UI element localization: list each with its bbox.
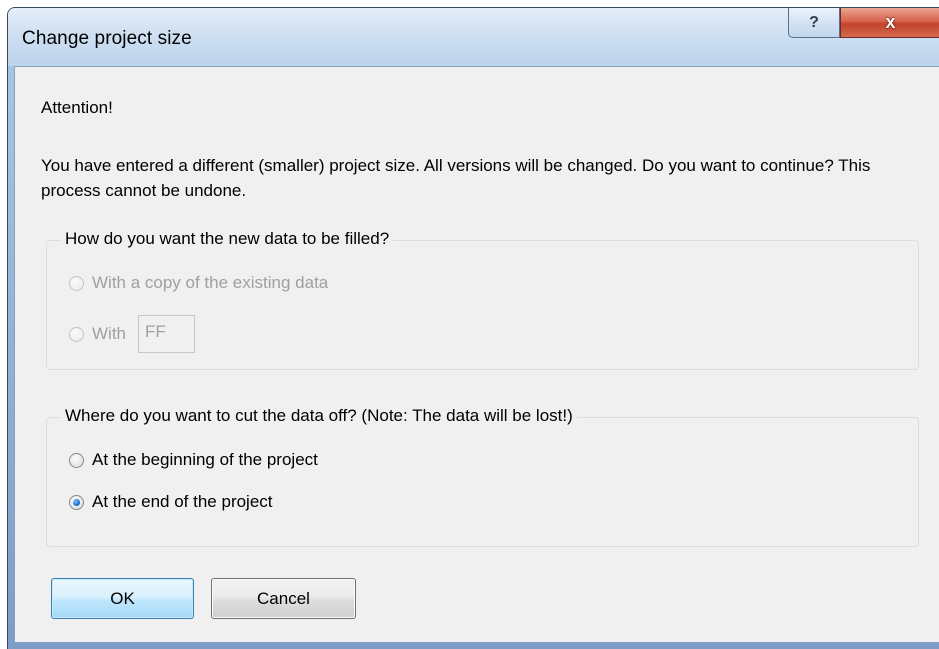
fill-options-group: How do you want the new data to be fille… [46,229,919,370]
fill-value-input[interactable]: FF [138,315,195,353]
window-title: Change project size [22,28,192,49]
radio-cut-beginning-label: At the beginning of the project [92,450,318,469]
radio-copy-existing-label: With a copy of the existing data [92,273,329,292]
dialog-window: Change project size ? x Attention! You h… [7,7,939,649]
close-icon: x [885,12,896,32]
attention-label: Attention! [41,98,113,117]
close-button[interactable]: x [840,8,939,38]
help-button[interactable]: ? [788,8,840,38]
radio-cut-end[interactable]: At the end of the project [69,492,273,512]
help-icon: ? [809,13,819,31]
warning-message: You have entered a different (smaller) p… [41,156,871,200]
radio-cut-beginning[interactable]: At the beginning of the project [69,450,318,470]
radio-copy-existing[interactable]: With a copy of the existing data [69,273,328,293]
cancel-button[interactable]: Cancel [211,578,356,619]
cut-group-legend: Where do you want to cut the data off? (… [61,406,577,426]
radio-copy-existing-circle[interactable] [69,275,84,291]
radio-fill-with[interactable]: With FF [69,315,195,353]
radio-fill-with-label: With [92,324,126,343]
fill-group-legend: How do you want the new data to be fille… [61,229,394,249]
radio-fill-with-circle[interactable] [69,326,84,342]
title-bar[interactable]: Change project size ? x [8,8,939,66]
radio-cut-beginning-circle[interactable] [69,452,84,468]
cut-options-group: Where do you want to cut the data off? (… [46,406,919,547]
dialog-body: Attention! You have entered a different … [14,66,939,642]
radio-cut-end-label: At the end of the project [92,492,273,511]
ok-button[interactable]: OK [51,578,194,619]
radio-cut-end-circle[interactable] [69,494,84,510]
